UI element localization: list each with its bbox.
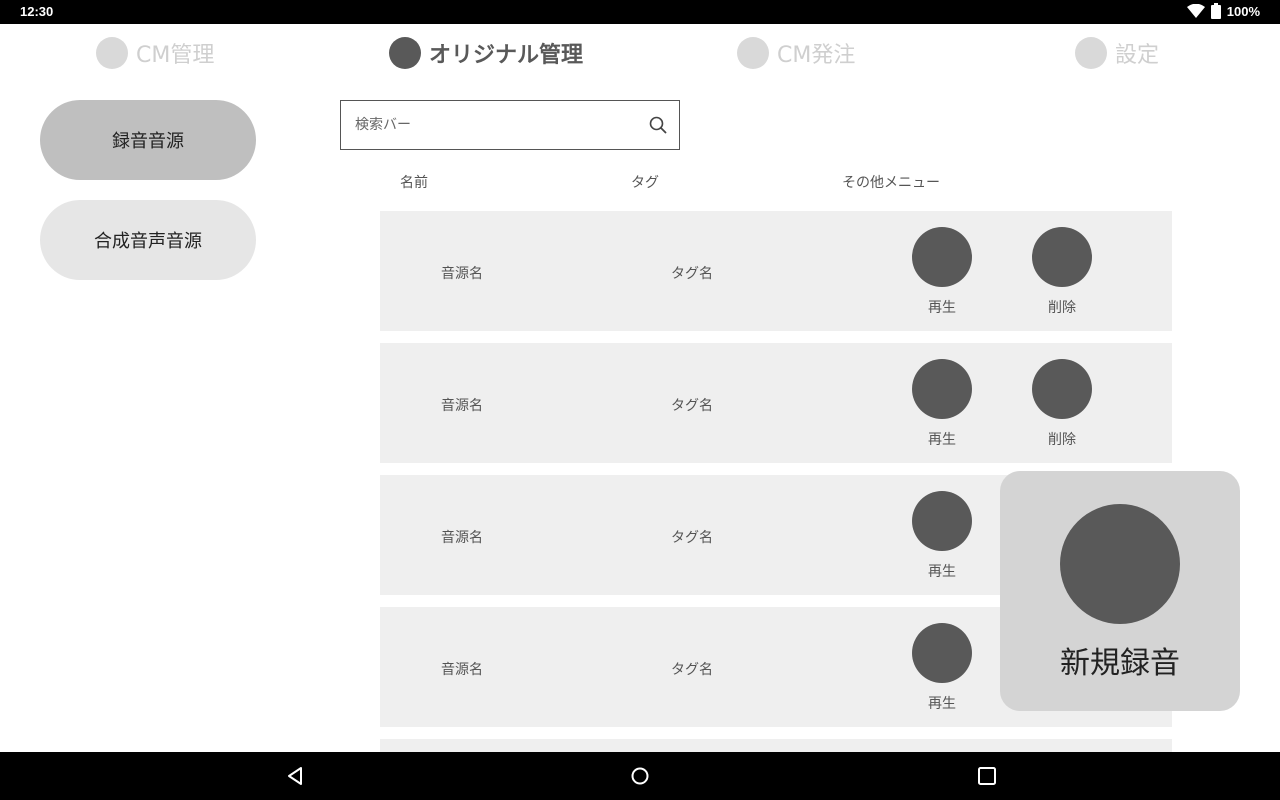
play-label: 再生 (928, 432, 956, 448)
play-label: 再生 (928, 564, 956, 580)
sidebar-item-recorded-sources[interactable]: 録音音源 (40, 100, 256, 180)
column-header-name: 名前 (400, 175, 428, 191)
delete-icon (1032, 359, 1092, 419)
play-button[interactable]: 再生 (912, 623, 972, 713)
wifi-icon (1186, 4, 1205, 18)
tab-cm-order[interactable]: CM発注 (737, 36, 855, 70)
play-icon (912, 623, 972, 683)
tab-label: 設定 (1115, 43, 1160, 68)
play-button[interactable]: 再生 (912, 227, 972, 317)
row-tag-name: タグ名 (671, 398, 713, 414)
new-recording-button[interactable]: 新規録音 (1000, 471, 1240, 711)
tab-dot-icon (737, 37, 769, 69)
new-recording-label: 新規録音 (1060, 646, 1180, 681)
play-label: 再生 (928, 696, 956, 712)
battery-icon (1210, 3, 1221, 19)
status-time: 12:30 (20, 4, 54, 19)
play-icon (912, 359, 972, 419)
table-row[interactable]: 音源名 タグ名 再生 削除 (380, 211, 1172, 331)
search-bar (340, 100, 680, 150)
play-button[interactable]: 再生 (912, 491, 972, 581)
status-bar: 12:30 100% (0, 0, 1280, 24)
column-header-menu: その他メニュー (842, 175, 940, 191)
play-button[interactable]: 再生 (912, 359, 972, 449)
back-icon[interactable] (284, 764, 308, 788)
sidebar-item-label: 録音音源 (112, 131, 184, 152)
delete-icon (1032, 227, 1092, 287)
tab-dot-icon (1075, 37, 1107, 69)
row-tag-name: タグ名 (671, 530, 713, 546)
table-row[interactable]: 音源名 タグ名 再生 削除 (380, 343, 1172, 463)
delete-button[interactable]: 削除 (1032, 227, 1092, 317)
tab-dot-icon (96, 37, 128, 69)
row-tag-name: タグ名 (671, 266, 713, 282)
tab-label: CM管理 (136, 43, 215, 68)
app-screen: 12:30 100% CM管理 オリジナル管理 CM発注 設定 録音音源 合成音… (0, 0, 1280, 800)
record-icon (1060, 504, 1180, 624)
tab-settings[interactable]: 設定 (1075, 36, 1159, 70)
delete-label: 削除 (1048, 432, 1076, 448)
sidebar-item-label: 合成音声音源 (94, 231, 202, 252)
tab-label: オリジナル管理 (429, 43, 584, 68)
play-label: 再生 (928, 300, 956, 316)
system-nav-bar (0, 752, 1280, 800)
play-icon (912, 491, 972, 551)
delete-button[interactable]: 削除 (1032, 359, 1092, 449)
row-source-name: 音源名 (441, 530, 483, 546)
delete-label: 削除 (1048, 300, 1076, 316)
row-tag-name: タグ名 (671, 662, 713, 678)
tab-original-management[interactable]: オリジナル管理 (389, 36, 583, 70)
sidebar-item-synth-sources[interactable]: 合成音声音源 (40, 200, 256, 280)
tab-dot-icon (389, 37, 421, 69)
row-source-name: 音源名 (441, 266, 483, 282)
recents-icon[interactable] (975, 764, 999, 788)
status-icons: 100% (1186, 3, 1260, 19)
row-source-name: 音源名 (441, 398, 483, 414)
table-row-partial[interactable] (380, 739, 1172, 752)
play-icon (912, 227, 972, 287)
tab-label: CM発注 (777, 43, 856, 68)
search-input[interactable] (355, 113, 635, 137)
row-source-name: 音源名 (441, 662, 483, 678)
battery-level: 100% (1226, 3, 1260, 19)
tab-cm-management[interactable]: CM管理 (96, 36, 214, 70)
search-icon[interactable] (649, 116, 667, 138)
column-header-tag: タグ (631, 175, 659, 191)
home-icon[interactable] (628, 764, 652, 788)
